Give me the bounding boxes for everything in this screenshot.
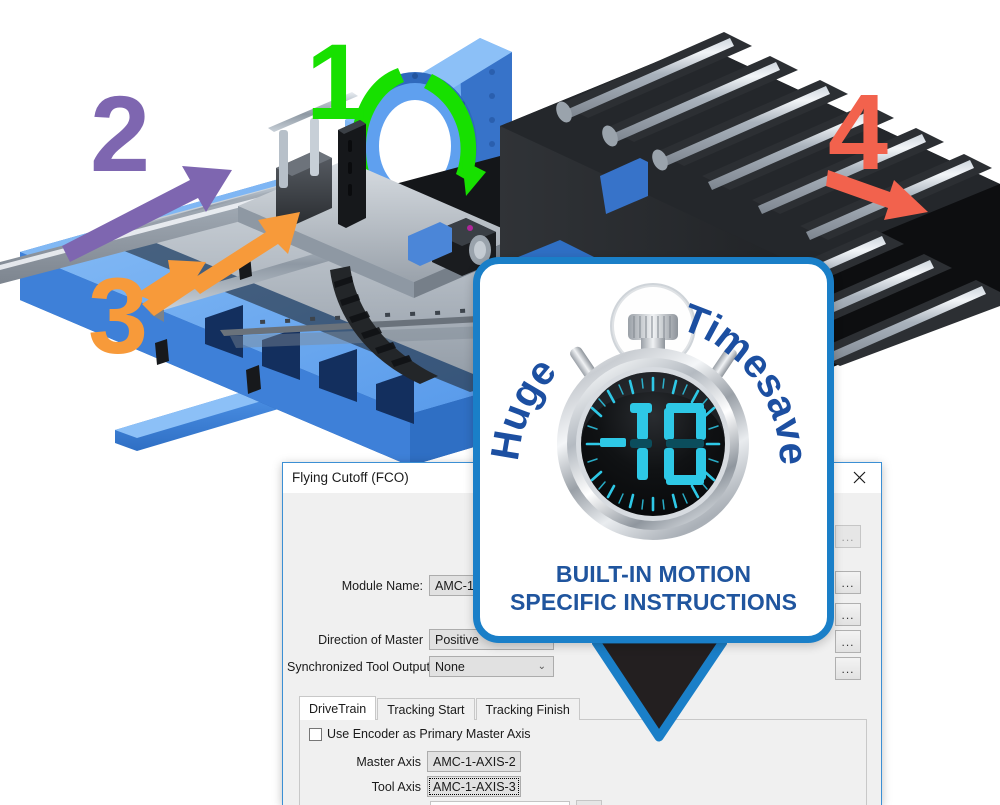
browse-button-5[interactable]: ... [835, 657, 861, 680]
chevron-down-icon: ⌄ [537, 661, 546, 672]
callout-number-3: 3 [88, 255, 149, 376]
stopwatch-graphic: Huge Timesaver [472, 237, 827, 540]
field-label-synchronized-tool-output: Synchronized Tool Output [287, 659, 430, 674]
field-label-master-axis: Master Axis [356, 754, 421, 769]
direction-of-master-value: Positive [435, 632, 479, 647]
callout-number-2: 2 [90, 73, 151, 194]
field-label-direction-of-master: Direction of Master [318, 632, 423, 647]
field-label-module-name: Module Name: [341, 578, 423, 593]
synchronized-tool-output-value: None [435, 659, 465, 674]
field-row-master-axis: Master Axis AMC-1-AXIS-2 ⌄ [349, 751, 521, 772]
close-icon [853, 471, 865, 484]
use-encoder-label: Use Encoder as Primary Master Axis [327, 727, 531, 741]
callout-headline: BUILT-IN MOTION SPECIFIC INSTRUCTIONS [480, 560, 827, 616]
field-row-synchronized-tool-output: Synchronized Tool Output None ⌄ [287, 656, 554, 677]
browse-button-3[interactable]: ... [835, 603, 861, 626]
field-label-tool-axis: Tool Axis [371, 779, 421, 794]
browse-button-1[interactable]: ... [835, 525, 861, 548]
timesaver-callout: Huge Timesaver BUILT-IN MOTION SPECIFIC … [472, 237, 834, 643]
huge-word: Huge [483, 350, 565, 464]
tab-drivetrain[interactable]: DriveTrain [299, 696, 377, 720]
callout-tail [592, 637, 727, 742]
use-encoder-checkbox-row[interactable]: Use Encoder as Primary Master Axis [309, 727, 531, 741]
synchronize-ratio-browse-button[interactable]: ... [576, 800, 602, 805]
synchronize-ratio-combo[interactable]: Ratio ⌄ [430, 800, 570, 805]
callout-number-1: 1 [306, 21, 367, 142]
use-encoder-checkbox[interactable] [309, 727, 322, 741]
tab-tracking-start[interactable]: Tracking Start [377, 698, 475, 720]
callout-number-4: 4 [828, 71, 889, 192]
browse-button-4[interactable]: ... [835, 630, 861, 653]
dialog-title: Flying Cutoff (FCO) [292, 470, 409, 485]
close-button[interactable] [837, 463, 881, 492]
tab-tracking-finish[interactable]: Tracking Finish [475, 698, 580, 720]
module-name-value: AMC-1 [435, 578, 474, 593]
browse-button-2[interactable]: ... [835, 571, 861, 594]
master-axis-value: AMC-1-AXIS-2 [433, 754, 516, 769]
synchronized-tool-output-combo[interactable]: None ⌄ [429, 656, 554, 677]
field-row-synchronize-ratio: Synchronize Ratio Ratio ⌄ ... [308, 800, 602, 805]
tool-axis-value: AMC-1-AXIS-3 [433, 779, 516, 794]
chevron-down-icon: ⌄ [516, 781, 521, 792]
field-row-tool-axis: Tool Axis AMC-1-AXIS-3 ⌄ [349, 776, 521, 797]
chevron-down-icon: ⌄ [516, 756, 521, 767]
master-axis-combo[interactable]: AMC-1-AXIS-2 ⌄ [427, 751, 521, 772]
tab-strip: DriveTrain Tracking Start Tracking Finis… [299, 696, 581, 720]
tool-axis-combo[interactable]: AMC-1-AXIS-3 ⌄ [427, 776, 521, 797]
callout-headline-line2: SPECIFIC INSTRUCTIONS [509, 589, 798, 616]
callout-headline-line1: BUILT-IN MOTION [555, 561, 752, 587]
